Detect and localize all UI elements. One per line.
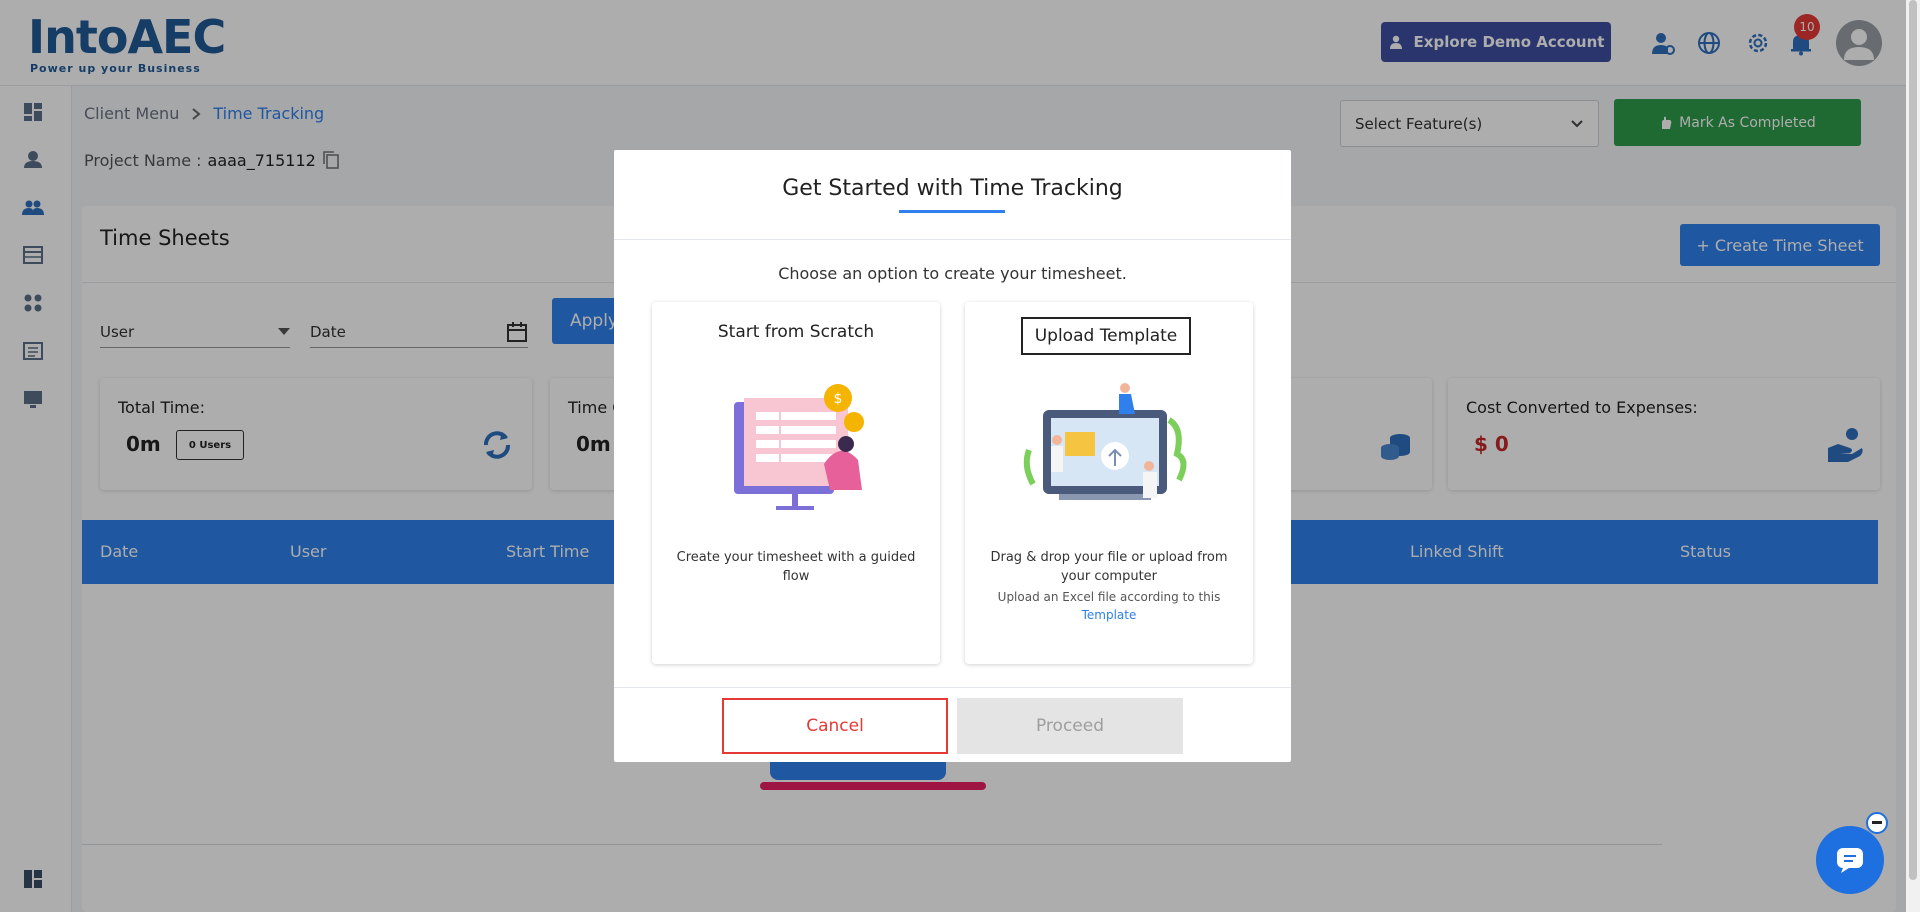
chat-button[interactable] bbox=[1816, 826, 1884, 894]
cancel-button[interactable]: Cancel bbox=[722, 698, 948, 754]
minus-icon bbox=[1872, 821, 1882, 824]
option-upload-template[interactable]: Upload Template Drag & drop your file or… bbox=[965, 302, 1253, 664]
chat-icon bbox=[1837, 848, 1863, 873]
option-scratch-title: Start from Scratch bbox=[717, 322, 875, 342]
option-scratch-description: Create your timesheet with a guided flow bbox=[676, 550, 916, 584]
scratch-illustration: $ bbox=[734, 384, 864, 510]
title-underline bbox=[899, 210, 1005, 213]
option-upload-note: Upload an Excel file according to this T… bbox=[985, 588, 1233, 624]
upload-illustration bbox=[1023, 383, 1187, 500]
svg-text:$: $ bbox=[834, 391, 843, 407]
proceed-button[interactable]: Proceed bbox=[957, 698, 1183, 754]
option-start-from-scratch[interactable]: Start from Scratch $ Create your timeshe… bbox=[652, 302, 940, 664]
page-scrollbar[interactable] bbox=[1906, 0, 1920, 912]
modal-footer-divider bbox=[614, 687, 1291, 688]
chat-minimize-button[interactable] bbox=[1866, 812, 1888, 834]
get-started-modal: Get Started with Time Tracking Choose an… bbox=[614, 150, 1291, 762]
scrollbar-thumb[interactable] bbox=[1909, 0, 1917, 880]
modal-divider bbox=[614, 239, 1291, 240]
modal-subtitle: Choose an option to create your timeshee… bbox=[778, 264, 1127, 283]
option-upload-description: Drag & drop your file or upload from you… bbox=[990, 550, 1228, 584]
upload-note-text: Upload an Excel file according to this bbox=[997, 590, 1221, 604]
option-upload-title: Upload Template bbox=[1021, 317, 1191, 355]
template-link[interactable]: Template bbox=[985, 606, 1233, 624]
modal-title: Get Started with Time Tracking bbox=[782, 176, 1123, 201]
